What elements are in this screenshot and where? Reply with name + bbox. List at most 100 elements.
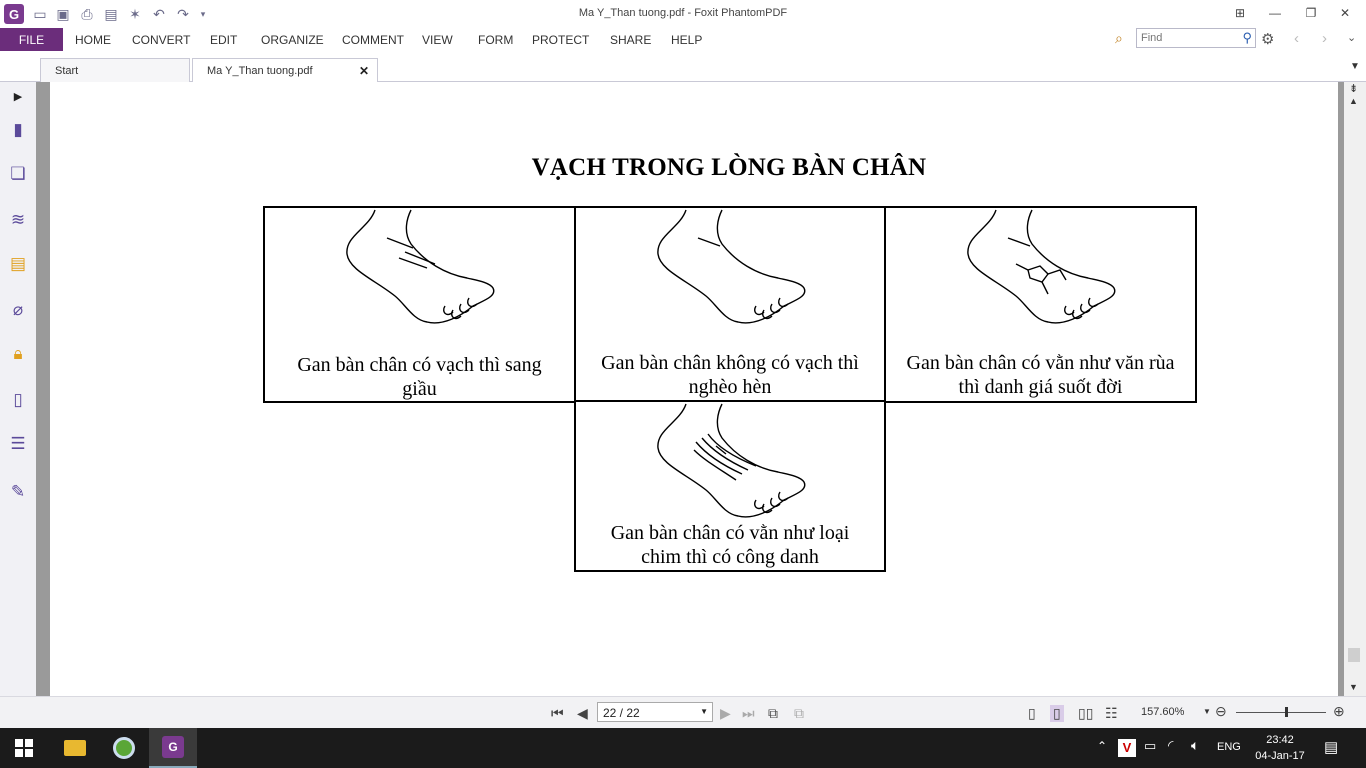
tab-list-icon[interactable]: ▼ (1350, 61, 1360, 72)
pages-icon[interactable]: ❏ (6, 162, 30, 186)
comments-icon[interactable]: ▤ (6, 252, 30, 276)
forward-arrow-icon[interactable]: › (1322, 30, 1327, 47)
cell-caption: Gan bàn chân không có vạch thì nghèo hèn (584, 351, 876, 399)
zoom-in-icon[interactable]: ⊕ (1333, 703, 1345, 720)
search-icon[interactable]: ⚲ (1242, 30, 1252, 46)
greenshot-icon[interactable] (100, 728, 148, 768)
tab-document[interactable]: Ma Y_Than tuong.pdf ✕ (192, 58, 378, 83)
settings-gear-icon[interactable]: ⚙ (1261, 30, 1274, 48)
last-page-icon[interactable]: ⏭ (742, 705, 755, 722)
wifi-icon[interactable]: ◜ (1168, 737, 1173, 754)
continuous-page-icon[interactable]: ▯ (1050, 705, 1064, 722)
windows-start-icon[interactable] (0, 728, 48, 768)
status-bar: ⏮ ◀ 22 / 22 ▼ ▶ ⏭ ⧉ ⧉ ▯ ▯ ▯▯ ☷ 157.60% ▼… (0, 696, 1366, 728)
content-icon[interactable]: ▯ (6, 388, 30, 412)
menu-share[interactable]: SHARE (610, 33, 651, 47)
close-tab-icon[interactable]: ✕ (359, 64, 369, 78)
zoom-slider[interactable] (1236, 707, 1326, 717)
zoom-slider-handle[interactable] (1285, 707, 1288, 717)
find-input[interactable] (1137, 29, 1235, 47)
find-folder-icon[interactable]: ⌕ (1115, 30, 1123, 47)
menu-view[interactable]: VIEW (422, 33, 453, 47)
page-dropdown-icon[interactable]: ▼ (700, 707, 708, 716)
restore-button[interactable]: ❐ (1300, 3, 1322, 23)
attachments-icon[interactable]: ⌀ (6, 298, 30, 322)
expand-panel-icon[interactable]: ▶ (6, 84, 30, 108)
foxit-taskbar-icon[interactable]: G (149, 728, 197, 768)
facing-page-icon[interactable]: ▯▯ (1078, 705, 1093, 722)
windows-taskbar: G ⌃ V ▭ ◜ 🔈︎ ENG 23:42 04-Jan-17 ▤ (0, 728, 1366, 768)
menu-form[interactable]: FORM (478, 33, 513, 47)
menu-home[interactable]: HOME (75, 33, 111, 47)
foot-cell: Gan bàn chân có vằn như văn rùa thì danh… (884, 206, 1197, 403)
caption-line: Gan bàn chân có vằn như văn rùa (906, 352, 1175, 374)
next-page-icon[interactable]: ▶ (720, 705, 731, 722)
menu-convert[interactable]: CONVERT (132, 33, 190, 47)
title-bar: G ▭ ▣ ⎙ ▤ ✶ ↶ ↷ ▾ Ma Y_Than tuong.pdf - … (0, 0, 1366, 28)
scroll-down-icon[interactable]: ▼ (1349, 682, 1358, 692)
minimize-button[interactable]: — (1264, 3, 1286, 23)
previous-page-icon[interactable]: ◀ (577, 705, 588, 722)
foot-illustration (657, 209, 806, 324)
menu-comment[interactable]: COMMENT (342, 33, 404, 47)
single-page-icon[interactable]: ▯ (1028, 705, 1036, 722)
zoom-dropdown-icon[interactable]: ▼ (1203, 707, 1211, 716)
foot-cell: Gan bàn chân có vằn như loại chim thì có… (574, 400, 886, 572)
page-gutter-left (36, 82, 50, 696)
ribbon-toggle-icon[interactable]: ⊞ (1229, 3, 1251, 23)
page-number: 22 / 22 (603, 706, 640, 720)
page-number-field[interactable]: 22 / 22 ▼ (597, 702, 713, 722)
caption-line: Gan bàn chân không có vạch thì (601, 352, 859, 374)
first-page-icon[interactable]: ⏮ (551, 705, 564, 722)
system-clock[interactable]: 23:42 04-Jan-17 (1250, 732, 1310, 764)
tab-label: Start (55, 65, 79, 77)
scroll-thumb[interactable] (1348, 648, 1360, 662)
caption-line: giầu (402, 378, 437, 400)
tab-start[interactable]: Start (40, 58, 190, 82)
ribbon-collapse-icon[interactable]: ⌄ (1347, 31, 1356, 44)
vertical-scrollbar[interactable]: ⇟ ▲ ▼ (1344, 82, 1366, 696)
caption-line: chim thì có công danh (641, 546, 819, 568)
foot-illustration (346, 209, 495, 324)
find-box: ⚲ (1136, 28, 1256, 48)
menu-protect[interactable]: PROTECT (532, 33, 589, 47)
back-arrow-icon[interactable]: ‹ (1294, 30, 1299, 47)
notifications-icon[interactable]: ▤ (1324, 738, 1338, 756)
file-menu-button[interactable]: FILE (0, 28, 63, 51)
fields-icon[interactable]: ☰ (6, 432, 30, 456)
bookmarks-icon[interactable]: ▮ (6, 118, 30, 142)
show-hidden-icons[interactable]: ⌃ (1097, 739, 1107, 753)
tab-label: Ma Y_Than tuong.pdf (207, 65, 313, 77)
signature-icon[interactable]: ✎ (6, 480, 30, 504)
scroll-up-icon[interactable]: ▲ (1349, 96, 1358, 106)
menu-organize[interactable]: ORGANIZE (261, 33, 324, 47)
volume-icon[interactable]: 🔈︎ (1191, 737, 1199, 754)
split-view-icon[interactable]: ⇟ (1349, 82, 1358, 95)
input-language[interactable]: ENG (1217, 741, 1241, 753)
menu-edit[interactable]: EDIT (210, 33, 237, 47)
ribbon-menu: FILE HOME CONVERT EDIT ORGANIZE COMMENT … (0, 28, 1366, 52)
caption-line: Gan bàn chân có vằn như loại (610, 522, 850, 544)
clock-date: 04-Jan-17 (1255, 750, 1305, 762)
security-lock-icon[interactable]: 🔒︎ (6, 342, 30, 366)
antivirus-tray-icon[interactable]: V (1118, 739, 1136, 757)
continuous-facing-icon[interactable]: ☷ (1105, 705, 1118, 722)
document-tabs: Start Ma Y_Than tuong.pdf ✕ ▼ (0, 56, 1366, 83)
foot-illustration (657, 403, 806, 518)
zoom-out-icon[interactable]: ⊖ (1215, 703, 1227, 720)
previous-view-icon[interactable]: ⧉ (768, 705, 778, 722)
close-button[interactable]: ✕ (1334, 3, 1356, 23)
foot-cell: Gan bàn chân có vạch thì sang giầu (263, 206, 576, 403)
cell-caption: Gan bàn chân có vạch thì sang giầu (273, 353, 566, 401)
cell-caption: Gan bàn chân có vằn như văn rùa thì danh… (894, 351, 1187, 399)
foot-cell: Gan bàn chân không có vạch thì nghèo hèn (574, 206, 886, 403)
menu-help[interactable]: HELP (671, 33, 702, 47)
caption-line: Gan bàn chân có vạch thì sang (297, 354, 542, 376)
zoom-level[interactable]: 157.60% (1141, 706, 1184, 718)
cell-caption: Gan bàn chân có vằn như loại chim thì có… (584, 521, 876, 569)
caption-line: thì danh giá suốt đời (958, 376, 1123, 398)
next-view-icon[interactable]: ⧉ (794, 705, 804, 722)
layers-icon[interactable]: ≋ (6, 208, 30, 232)
battery-icon[interactable]: ▭ (1144, 738, 1156, 754)
file-explorer-icon[interactable] (51, 728, 99, 768)
